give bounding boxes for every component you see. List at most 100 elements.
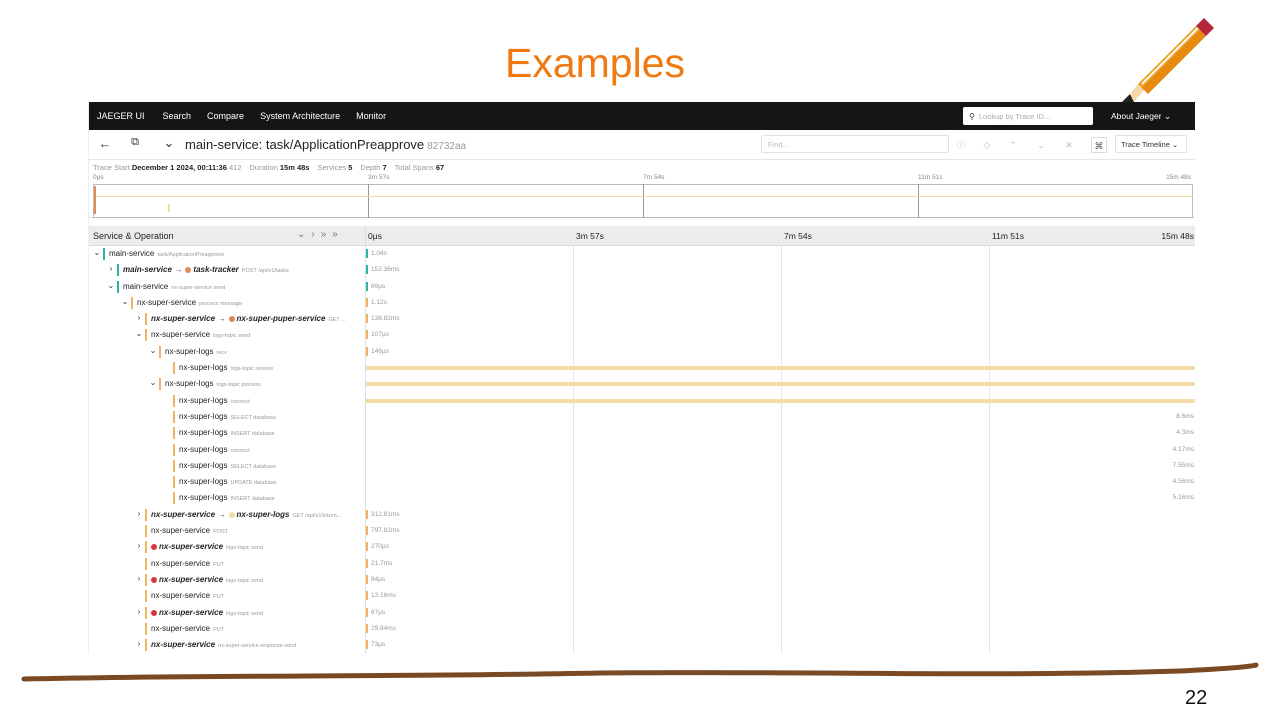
span-label[interactable]: nx-super-service logs-topic send: [151, 330, 250, 339]
locate-icon[interactable]: ◇: [979, 137, 995, 153]
span-label[interactable]: nx-super-logs recv: [165, 347, 227, 356]
span-label[interactable]: main-service nx-super-service send: [123, 282, 225, 291]
span-row[interactable]: nx-super-service PUT 13.16ms: [89, 588, 1195, 604]
chevron-right-icon[interactable]: ›: [135, 509, 143, 518]
chevron-right-icon[interactable]: ›: [135, 607, 143, 616]
span-row[interactable]: ⌄ nx-super-service logs-topic send 107μs: [89, 327, 1195, 343]
keyboard-shortcuts-icon[interactable]: ⌘: [1091, 137, 1107, 153]
span-label[interactable]: nx-super-service process message: [137, 298, 242, 307]
span-label[interactable]: nx-super-service logs-topic send: [151, 608, 263, 617]
span-row[interactable]: nx-super-service POST 797.82ms: [89, 523, 1195, 539]
span-bar[interactable]: [366, 281, 368, 291]
span-label[interactable]: nx-super-service PUT: [151, 591, 224, 600]
span-label[interactable]: nx-super-logs SELECT database: [179, 461, 276, 470]
trace-timeline-dropdown[interactable]: Trace Timeline ⌄: [1115, 135, 1187, 153]
help-icon[interactable]: ⓘ: [953, 137, 969, 153]
span-row[interactable]: nx-super-service PUT 29.84ms: [89, 621, 1195, 637]
span-label[interactable]: nx-super-logs UPDATE database: [179, 477, 277, 486]
span-row[interactable]: ⌄ main-service nx-super-service send 69μs: [89, 279, 1195, 295]
span-row[interactable]: ⌄ nx-super-service process message 1.12s: [89, 295, 1195, 311]
span-bar[interactable]: [366, 346, 368, 356]
span-bar[interactable]: [366, 382, 1195, 387]
span-bar[interactable]: [366, 330, 368, 340]
chevron-down-icon[interactable]: ⌄: [135, 329, 143, 338]
nav-monitor[interactable]: Monitor: [348, 111, 394, 121]
chevron-right-icon[interactable]: ›: [135, 639, 143, 648]
span-row[interactable]: nx-super-logs SELECT database 8.6ms: [89, 409, 1195, 425]
span-row[interactable]: nx-super-logs SELECT database 7.55ms: [89, 458, 1195, 474]
span-row[interactable]: › nx-super-service logs-topic send 270μs: [89, 539, 1195, 555]
chevron-right-icon[interactable]: ›: [135, 541, 143, 550]
span-label[interactable]: nx-super-logs INSERT database: [179, 428, 275, 437]
expand-collapse-controls[interactable]: ⌄›»»: [297, 229, 344, 240]
clear-search-icon[interactable]: ✕: [1061, 137, 1077, 153]
find-input[interactable]: Find...: [761, 135, 949, 153]
chevron-down-icon[interactable]: ⌄: [93, 248, 101, 257]
chevron-right-icon[interactable]: ›: [135, 313, 143, 322]
trace-lookup-input[interactable]: ⚲ Lookup by Trace ID...: [963, 107, 1093, 125]
chevron-down-icon[interactable]: ⌄: [149, 378, 157, 387]
span-label[interactable]: nx-super-logs connect: [179, 396, 250, 405]
span-bar[interactable]: [366, 640, 368, 650]
span-label[interactable]: nx-super-service PUT: [151, 559, 224, 568]
span-bar[interactable]: [366, 542, 368, 552]
span-label[interactable]: nx-super-logs SELECT database: [179, 412, 276, 421]
chevron-down-icon[interactable]: ⌄: [149, 346, 157, 355]
nav-compare[interactable]: Compare: [199, 111, 252, 121]
span-bar[interactable]: [366, 398, 1195, 403]
brand-link[interactable]: JAEGER UI: [89, 111, 155, 121]
span-bar[interactable]: [366, 623, 368, 633]
span-row[interactable]: nx-super-logs logs-topic receive: [89, 360, 1195, 376]
span-label[interactable]: nx-super-service → nx-super-puper-service G…: [151, 314, 346, 323]
prev-match-icon[interactable]: ⌃: [1005, 137, 1021, 153]
nav-search[interactable]: Search: [155, 111, 200, 121]
span-bar[interactable]: [366, 265, 368, 275]
about-menu[interactable]: About Jaeger ⌄: [1111, 111, 1171, 122]
span-bar[interactable]: [366, 607, 368, 617]
span-bar[interactable]: [366, 591, 368, 601]
span-row[interactable]: nx-super-logs INSERT database 5.16ms: [89, 490, 1195, 506]
chevron-right-icon[interactable]: ›: [135, 574, 143, 583]
span-label[interactable]: nx-super-logs connect: [179, 445, 250, 454]
chevron-right-icon[interactable]: ›: [107, 264, 115, 273]
span-label[interactable]: nx-super-service logs-topic send: [151, 575, 263, 584]
span-row[interactable]: nx-super-logs UPDATE database 4.56ms: [89, 474, 1195, 490]
span-label[interactable]: nx-super-service nx-super-service.respons…: [151, 640, 296, 649]
span-label[interactable]: nx-super-service logs-topic send: [151, 542, 263, 551]
span-bar[interactable]: [366, 366, 1195, 371]
span-row[interactable]: › nx-super-service → nx-super-logs GET /api/…: [89, 507, 1195, 523]
chevron-down-icon[interactable]: ⌄: [121, 297, 129, 306]
span-row[interactable]: ⌄ nx-super-logs logs-topic process: [89, 376, 1195, 392]
span-row[interactable]: nx-super-service PUT 21.7ms: [89, 556, 1195, 572]
span-label[interactable]: nx-super-logs logs-topic receive: [179, 363, 273, 372]
span-bar[interactable]: [366, 509, 368, 519]
span-label[interactable]: nx-super-logs INSERT database: [179, 493, 275, 502]
span-label[interactable]: main-service → task-tracker POST /api/v1/ta…: [123, 265, 289, 274]
span-bar[interactable]: [366, 297, 368, 307]
span-label[interactable]: nx-super-service POST: [151, 526, 228, 535]
span-row[interactable]: › main-service → task-tracker POST /api/v1/t…: [89, 262, 1195, 278]
span-bar[interactable]: [366, 574, 368, 584]
trace-minimap[interactable]: 0μs 3m 57s 7m 54s 11m 51s 15m 48s: [89, 174, 1195, 218]
span-bar[interactable]: [366, 249, 368, 258]
span-label[interactable]: main-service task/ApplicationPreapprove: [109, 249, 224, 258]
external-link-icon[interactable]: ⧉: [127, 136, 143, 149]
span-label[interactable]: nx-super-service → nx-super-logs GET /api/v…: [151, 510, 341, 519]
span-bar[interactable]: [366, 314, 368, 324]
span-row[interactable]: nx-super-logs connect: [89, 393, 1195, 409]
nav-system-architecture[interactable]: System Architecture: [252, 111, 348, 121]
span-row[interactable]: nx-super-logs INSERT database 4.3ms: [89, 425, 1195, 441]
next-match-icon[interactable]: ⌄: [1033, 137, 1049, 153]
span-bar[interactable]: [366, 526, 368, 536]
span-row[interactable]: ⌄ main-service task/ApplicationPreapprove 1…: [89, 246, 1195, 262]
span-label[interactable]: nx-super-service PUT: [151, 624, 224, 633]
span-row[interactable]: › nx-super-service nx-super-service.respon…: [89, 637, 1195, 653]
chevron-down-icon[interactable]: ⌄: [107, 281, 115, 290]
span-row[interactable]: › nx-super-service logs-topic send 84μs: [89, 572, 1195, 588]
back-arrow-icon[interactable]: ←: [97, 136, 113, 151]
span-row[interactable]: › nx-super-service logs-topic send 67μs: [89, 605, 1195, 621]
span-row[interactable]: › nx-super-service → nx-super-puper-service…: [89, 311, 1195, 327]
chevron-down-icon[interactable]: ⌄: [161, 135, 177, 151]
span-row[interactable]: nx-super-logs connect 4.17ms: [89, 442, 1195, 458]
span-label[interactable]: nx-super-logs logs-topic process: [165, 379, 261, 388]
